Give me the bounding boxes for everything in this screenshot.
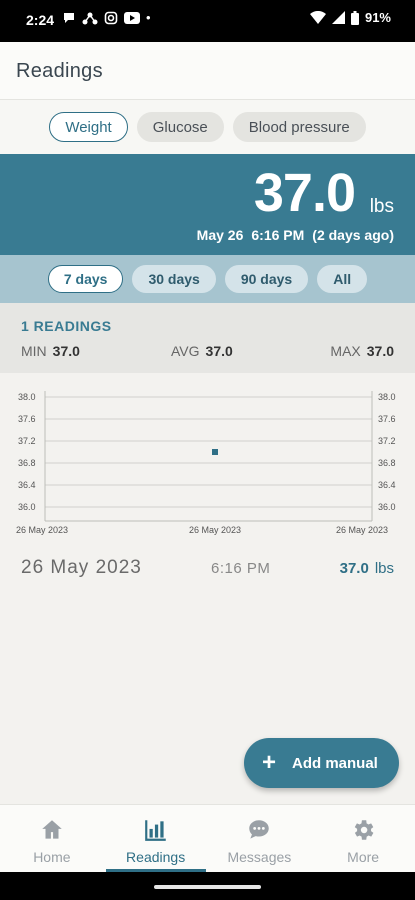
tab-label: Blood pressure bbox=[248, 118, 350, 136]
tab-label: Weight bbox=[65, 118, 112, 136]
home-icon bbox=[42, 820, 62, 839]
app-bar: Readings bbox=[0, 42, 415, 100]
avg-label: AVG bbox=[171, 343, 200, 359]
system-icons: 91% bbox=[309, 10, 391, 25]
nav-label: Messages bbox=[227, 849, 292, 865]
max-stat: MAX 37.0 bbox=[330, 343, 394, 359]
tab-weight[interactable]: Weight bbox=[49, 112, 128, 142]
nav-label: More bbox=[347, 849, 380, 865]
bottom-navigation: Home Readings Messages More bbox=[0, 804, 415, 872]
reading-value-group: 37.0 lbs bbox=[340, 560, 394, 577]
range-90-days[interactable]: 90 days bbox=[224, 265, 309, 293]
y-tick-label-right: 36.4 bbox=[378, 480, 396, 490]
wifi-icon bbox=[309, 11, 326, 24]
time-range-tabs: 7 days 30 days 90 days All bbox=[0, 255, 415, 303]
y-tick-label-right: 37.6 bbox=[378, 414, 396, 424]
status-bar: 2:24 • 91% bbox=[0, 0, 415, 42]
range-all[interactable]: All bbox=[317, 265, 368, 293]
reading-time: 6:16 PM bbox=[211, 560, 271, 577]
range-7-days[interactable]: 7 days bbox=[47, 265, 124, 293]
max-label: MAX bbox=[330, 343, 361, 359]
readings-count: 1 READINGS bbox=[21, 318, 112, 334]
measurement-type-tabs: Weight Glucose Blood pressure bbox=[0, 100, 415, 154]
range-label: All bbox=[333, 271, 352, 287]
y-tick-label-left: 37.6 bbox=[18, 414, 36, 424]
y-tick-label-right: 38.0 bbox=[378, 392, 396, 402]
instagram-icon bbox=[104, 11, 118, 24]
x-tick-label: 26 May 2023 bbox=[336, 525, 388, 535]
tab-glucose[interactable]: Glucose bbox=[136, 112, 224, 142]
add-manual-label: Add manual bbox=[292, 754, 378, 772]
y-tick-label-left: 36.4 bbox=[18, 480, 36, 490]
y-tick-label-left: 38.0 bbox=[18, 392, 36, 402]
data-point bbox=[212, 449, 218, 455]
nav-item-home[interactable]: Home bbox=[0, 805, 104, 872]
network-notification-icon bbox=[82, 12, 98, 24]
more-notifications-dot: • bbox=[146, 10, 151, 25]
min-label: MIN bbox=[21, 343, 47, 359]
nav-item-readings[interactable]: Readings bbox=[104, 805, 208, 872]
nav-item-messages[interactable]: Messages bbox=[208, 805, 312, 872]
tab-label: Glucose bbox=[152, 118, 208, 136]
y-tick-label-right: 36.8 bbox=[378, 458, 396, 468]
max-value: 37.0 bbox=[366, 343, 394, 359]
gesture-bar bbox=[0, 872, 415, 900]
y-tick-label-left: 36.0 bbox=[18, 502, 36, 512]
signal-icon bbox=[331, 11, 345, 24]
latest-timestamp: May 26 6:16 PM (2 days ago) bbox=[197, 227, 394, 243]
reading-date: 26 May 2023 bbox=[21, 557, 142, 578]
x-tick-label: 26 May 2023 bbox=[16, 525, 68, 535]
latest-time: 6:16 PM bbox=[251, 227, 305, 243]
chat-bubble-icon bbox=[249, 820, 270, 839]
nav-label: Home bbox=[33, 849, 71, 865]
min-value: 37.0 bbox=[52, 343, 80, 359]
reading-value: 37.0 bbox=[339, 560, 369, 577]
range-30-days[interactable]: 30 days bbox=[132, 265, 216, 293]
add-manual-button[interactable]: + Add manual bbox=[244, 738, 399, 788]
range-label: 7 days bbox=[63, 271, 108, 287]
nav-label: Readings bbox=[126, 849, 186, 865]
y-tick-label-left: 37.2 bbox=[18, 436, 36, 446]
nav-item-more[interactable]: More bbox=[311, 805, 415, 872]
status-time: 2:24 bbox=[26, 12, 55, 28]
chart-svg: 38.0 38.0 37.6 37.6 37.2 37.2 36.8 36.8 36.4 36.4… bbox=[16, 391, 396, 535]
battery-icon bbox=[350, 10, 359, 25]
battery-percent: 91% bbox=[364, 10, 391, 25]
latest-relative: (2 days ago) bbox=[312, 227, 394, 243]
reading-unit: lbs bbox=[374, 560, 394, 577]
chat-notification-icon bbox=[64, 12, 74, 23]
latest-reading-banner: 37.0 lbs May 26 6:16 PM (2 days ago) bbox=[0, 154, 415, 255]
avg-stat: AVG 37.0 bbox=[171, 343, 233, 359]
readings-summary: 1 READINGS MIN 37.0 AVG 37.0 MAX 37.0 bbox=[0, 303, 415, 373]
y-tick-label-right: 37.2 bbox=[378, 436, 396, 446]
notification-icons: • bbox=[62, 10, 151, 25]
latest-unit: lbs bbox=[369, 196, 394, 217]
range-label: 90 days bbox=[240, 271, 293, 287]
reading-list-item[interactable]: 26 May 2023 6:16 PM 37.0 lbs bbox=[0, 547, 415, 591]
min-stat: MIN 37.0 bbox=[21, 343, 80, 359]
page-title: Readings bbox=[16, 60, 103, 82]
latest-value: 37.0 bbox=[253, 163, 356, 223]
plus-icon: + bbox=[261, 749, 276, 776]
y-tick-label-left: 36.8 bbox=[18, 458, 36, 468]
range-label: 30 days bbox=[148, 271, 200, 287]
youtube-icon bbox=[124, 11, 140, 24]
y-tick-label-right: 36.0 bbox=[378, 502, 396, 512]
latest-date: May 26 bbox=[196, 227, 244, 243]
x-tick-label: 26 May 2023 bbox=[189, 525, 241, 535]
tab-blood-pressure[interactable]: Blood pressure bbox=[232, 112, 366, 142]
gear-icon bbox=[354, 820, 374, 840]
app-screen: Readings Weight Glucose Blood pressure 3… bbox=[0, 42, 415, 872]
avg-value: 37.0 bbox=[205, 343, 233, 359]
home-gesture-handle[interactable] bbox=[154, 885, 261, 889]
readings-chart: 38.0 38.0 37.6 37.6 37.2 37.2 36.8 36.8 36.4 36.4… bbox=[0, 373, 415, 543]
bar-chart-icon bbox=[144, 820, 166, 841]
